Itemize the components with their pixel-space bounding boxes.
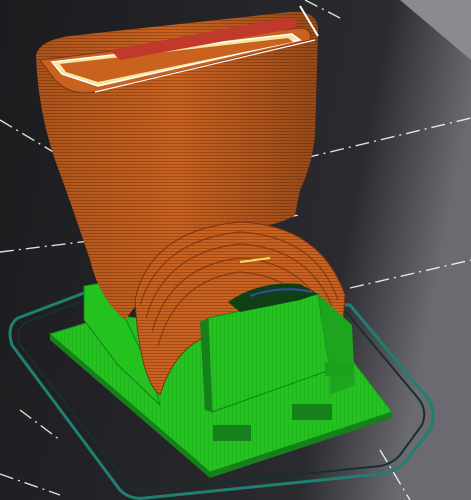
print-preview-canvas[interactable] [0,0,471,500]
3d-preview-viewport[interactable] [0,0,471,500]
